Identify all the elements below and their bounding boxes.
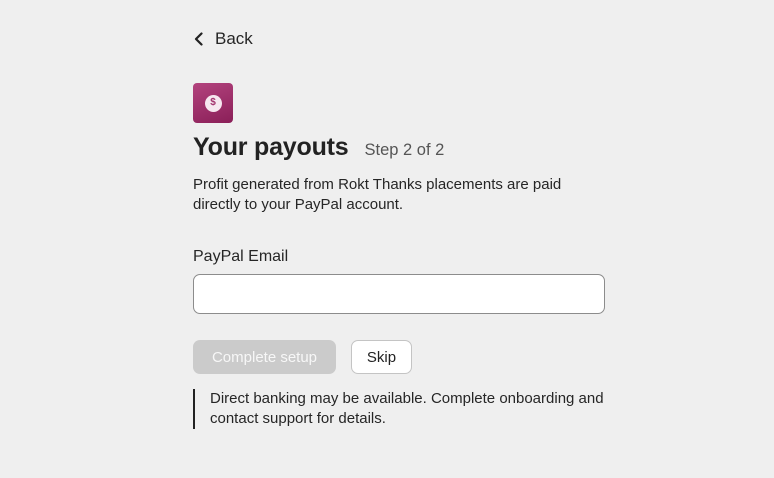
title-row: Your payouts Step 2 of 2 [193, 133, 605, 162]
back-label: Back [215, 29, 253, 48]
payouts-page: Back $ Your payouts Step 2 of 2 Profit g… [193, 28, 605, 429]
complete-setup-button[interactable]: Complete setup [193, 340, 336, 374]
back-link[interactable]: Back [193, 28, 253, 50]
dollar-coin-icon: $ [204, 94, 222, 112]
form-actions: Complete setup Skip [193, 340, 605, 374]
chevron-left-icon [194, 32, 203, 46]
step-indicator: Step 2 of 2 [364, 141, 445, 159]
page-description: Profit generated from Rokt Thanks placem… [193, 176, 562, 213]
page-title: Your payouts [193, 133, 349, 161]
skip-button[interactable]: Skip [351, 340, 412, 374]
dollar-symbol: $ [210, 97, 216, 108]
paypal-email-label: PayPal Email [193, 248, 289, 265]
direct-banking-note: Direct banking may be available. Complet… [193, 389, 605, 429]
payout-badge: $ [193, 83, 233, 123]
paypal-email-input[interactable] [193, 274, 605, 314]
